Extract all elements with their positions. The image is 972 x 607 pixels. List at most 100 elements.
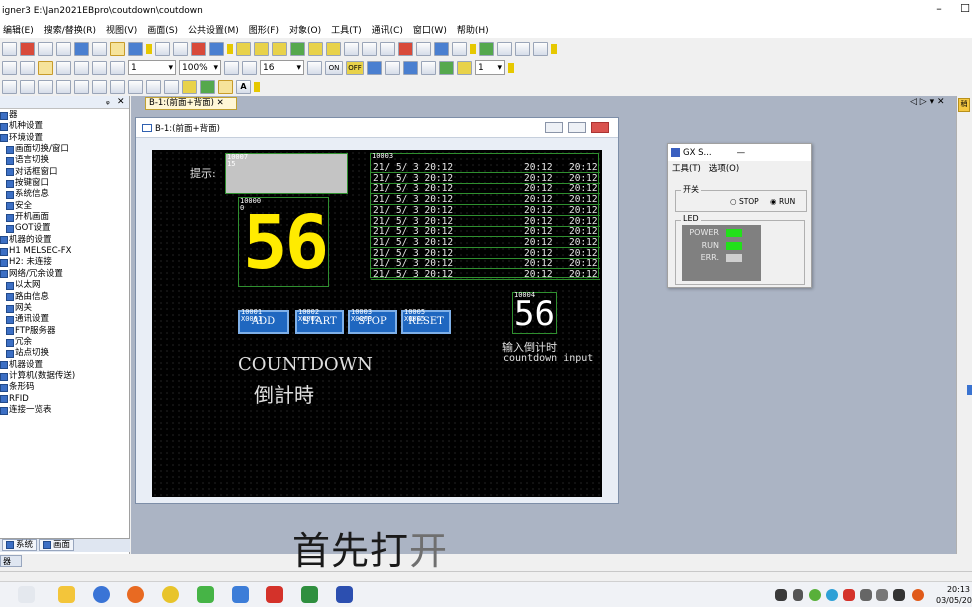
clock[interactable]: 20:13 03/05/20 (936, 584, 972, 606)
tree-item[interactable]: 机器的设置 (0, 235, 129, 246)
tree-item[interactable]: 开机画面 (0, 212, 129, 223)
send-back-icon[interactable] (164, 79, 179, 94)
align-left-icon[interactable] (2, 79, 17, 94)
menu-view[interactable]: 视图(V) (106, 23, 137, 36)
distribute-icon[interactable] (92, 79, 107, 94)
tree-item[interactable]: GOT设置 (0, 223, 129, 234)
window-icon[interactable] (236, 41, 251, 56)
circle-icon[interactable] (2, 60, 17, 75)
tab-screen-b1[interactable]: B-1:(前面+背面) ✕ (145, 97, 237, 110)
device-display-icon[interactable] (367, 60, 382, 75)
grid-toggle-icon[interactable] (110, 60, 125, 75)
check-icon[interactable] (416, 41, 431, 56)
layer-display-icon[interactable] (457, 60, 472, 75)
tree-item[interactable]: 机种设置 (0, 121, 129, 132)
tray-red-icon[interactable] (843, 589, 855, 601)
mic-icon[interactable] (793, 589, 803, 601)
window-maximize-button[interactable] (568, 122, 586, 133)
object-display-icon[interactable] (439, 60, 454, 75)
tree-item[interactable]: H1 MELSEC-FX (0, 246, 129, 257)
monitor4-icon[interactable] (533, 41, 548, 56)
undo-icon[interactable] (74, 41, 89, 56)
window2-icon[interactable] (254, 41, 269, 56)
add-button[interactable]: 10001 X0001 ADD (238, 309, 289, 334)
tree-item[interactable]: RFID (0, 394, 129, 405)
tray-orange-icon[interactable] (912, 589, 924, 601)
tree-item[interactable]: 网关 (0, 303, 129, 314)
screen-open-icon[interactable] (173, 41, 188, 56)
window-minimize-button[interactable] (545, 122, 563, 133)
zoom-in-icon[interactable] (224, 60, 239, 75)
tree-item[interactable]: H2: 未连接 (0, 257, 129, 268)
run-radio[interactable]: ◉ RUN (770, 197, 795, 206)
tab-screen[interactable]: 画面 (39, 539, 75, 551)
text-color-icon[interactable] (92, 60, 107, 75)
tree-item[interactable]: 按键窗口 (0, 178, 129, 189)
ellipse-icon[interactable] (20, 60, 35, 75)
tree-item[interactable]: 语言切换 (0, 155, 129, 166)
tree-item[interactable]: 通讯设置 (0, 314, 129, 325)
tab-nav[interactable]: ◁ ▷ ▾ ✕ (910, 97, 944, 107)
output-tab[interactable]: 器 (0, 555, 22, 567)
tab-close-icon[interactable]: ✕ (217, 98, 224, 108)
flip-icon[interactable] (200, 79, 215, 94)
menu-comm[interactable]: 通讯(C) (372, 23, 403, 36)
monitor3-icon[interactable] (515, 41, 530, 56)
line-color-icon[interactable] (56, 60, 71, 75)
menu-window[interactable]: 窗口(W) (413, 23, 447, 36)
stop-button[interactable]: 10003 X0003 STOP (348, 309, 397, 334)
script-icon[interactable] (398, 41, 413, 56)
volume-icon[interactable] (876, 589, 888, 601)
menu-object[interactable]: 对象(O) (289, 23, 321, 36)
tree-item[interactable]: 计算机(数据传送) (0, 371, 129, 382)
tray-green-icon[interactable] (809, 589, 821, 601)
bring-front-icon[interactable] (146, 79, 161, 94)
countdown-numeric-display[interactable]: 10000 0 56 (238, 197, 329, 287)
id-display-icon[interactable] (385, 60, 400, 75)
menu-help[interactable]: 帮助(H) (457, 23, 489, 36)
chrome-icon[interactable] (162, 586, 179, 603)
tree-item[interactable]: 以太网 (0, 280, 129, 291)
gx-simulator-taskbar-icon[interactable] (336, 586, 353, 603)
gx-menu-tools[interactable]: 工具(T) (672, 162, 701, 174)
dock-tab[interactable]: 稍 (958, 98, 970, 112)
library-icon[interactable] (290, 41, 305, 56)
screen-new-icon[interactable] (155, 41, 170, 56)
tree-item[interactable]: 条形码 (0, 382, 129, 393)
device-list-icon[interactable] (362, 41, 377, 56)
blue-app-icon[interactable] (232, 586, 249, 603)
menu-search-replace[interactable]: 搜索/替换(R) (44, 23, 96, 36)
window-close-button[interactable] (591, 122, 609, 133)
battery-icon[interactable] (893, 589, 905, 601)
minimize-button[interactable]: – (929, 2, 949, 15)
history-log-table[interactable]: 10003 21/ 5/ 3 20:12 20:12 20:12 21/ 5/ 3 2… (370, 153, 600, 280)
pane-close-icon[interactable]: ✕ (117, 97, 125, 107)
gt-designer-icon[interactable] (266, 586, 283, 603)
menu-figure[interactable]: 图形(F) (249, 23, 279, 36)
tray-blue-icon[interactable] (826, 589, 838, 601)
tray-icon[interactable] (775, 589, 787, 601)
tree-item[interactable]: 安全 (0, 201, 129, 212)
transfer-icon[interactable] (434, 41, 449, 56)
menu-screen[interactable]: 画面(S) (147, 23, 178, 36)
message-display[interactable]: 10007 15 (225, 153, 348, 194)
fill-color-icon[interactable] (74, 60, 89, 75)
align-bottom-icon[interactable] (56, 79, 71, 94)
tree-item[interactable]: 路由信息 (0, 292, 129, 303)
tree-item[interactable]: 系统信息 (0, 189, 129, 200)
screen-delete-icon[interactable] (191, 41, 206, 56)
zoom-select[interactable]: 100% ▾ (179, 60, 221, 75)
tree-item[interactable]: 画面切换/窗口 (0, 144, 129, 155)
screen-property-icon[interactable] (209, 41, 224, 56)
text-size-button[interactable]: A (236, 79, 251, 94)
maximize-button[interactable]: ☐ (955, 2, 972, 15)
align-center-icon[interactable] (74, 79, 89, 94)
menu-common[interactable]: 公共设置(M) (188, 23, 239, 36)
tree-item[interactable]: 环境设置 (0, 133, 129, 144)
gx-menu-options[interactable]: 选项(O) (709, 162, 739, 174)
paste-icon[interactable] (56, 41, 71, 56)
network-icon[interactable] (860, 589, 872, 601)
comment-icon[interactable] (380, 41, 395, 56)
tree-item[interactable]: 冗余 (0, 337, 129, 348)
tree-item[interactable]: 对话框窗口 (0, 167, 129, 178)
